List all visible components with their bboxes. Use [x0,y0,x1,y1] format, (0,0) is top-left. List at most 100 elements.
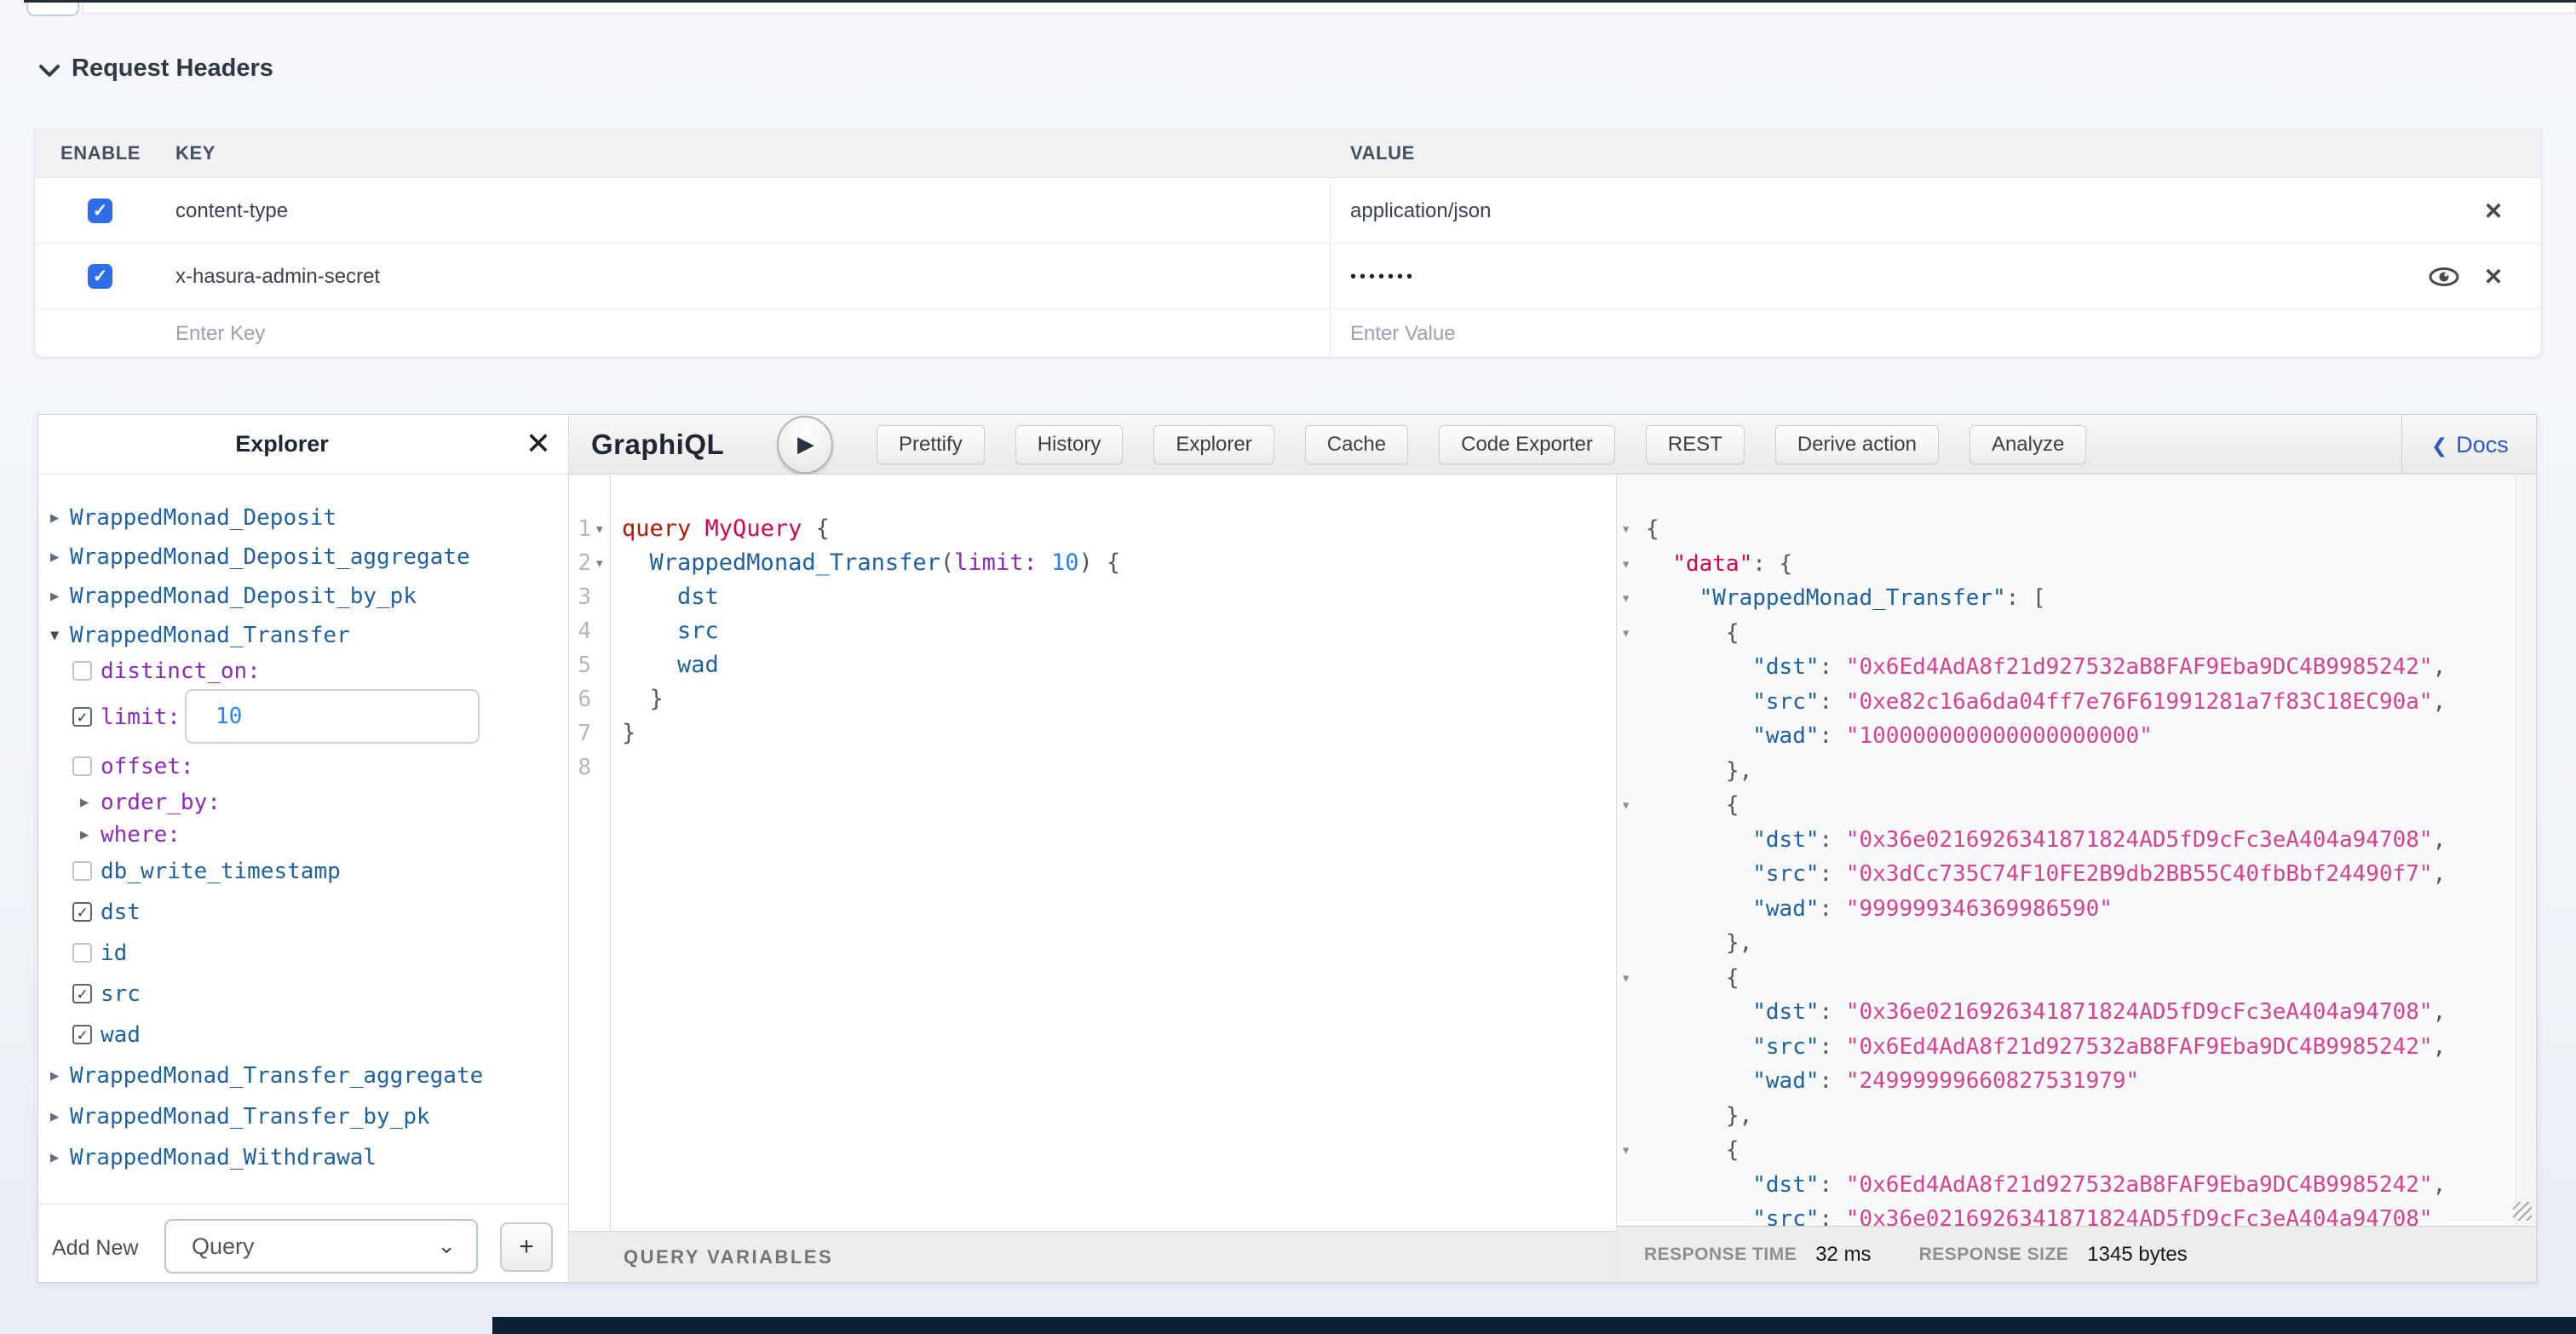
tree-checkbox[interactable]: ✓ [72,984,92,1003]
tree-item-WrappedMonad_Transfer[interactable]: ▼WrappedMonad_Transfer [38,618,568,653]
tree-item-limit[interactable]: ✓limit:10 [38,700,568,734]
code-token [1038,549,1051,576]
fold-arrow-icon[interactable]: ▾ [1621,547,1630,581]
code-token: { [1646,1137,1739,1163]
tree-item-dst[interactable]: ✓dst [38,895,568,929]
header-key-field[interactable]: content-type [175,199,288,223]
header-enable-checkbox[interactable]: ✓ [88,264,112,289]
docs-link[interactable]: ❮Docs [2431,415,2509,475]
tree-item-WrappedMonad_Deposit[interactable]: ▶WrappedMonad_Deposit [38,501,568,535]
fold-arrow-icon[interactable]: ▾ [1621,788,1630,822]
code-token: }, [1646,930,1752,956]
chevron-left-icon: ❮ [2431,434,2447,457]
code-token [1646,1068,1752,1094]
execute-button[interactable]: ▶ [777,416,833,474]
triangle-right-icon: ▶ [80,818,89,852]
code-token: "src" [1752,1034,1819,1060]
limit-value-input[interactable]: 10 [185,689,480,744]
line-number: 1 [569,512,591,546]
header-key-field[interactable]: x-hasura-admin-secret [175,265,380,289]
tree-item-WrappedMonad_Deposit_aggregate[interactable]: ▶WrappedMonad_Deposit_aggregate [38,540,568,574]
top-partial-tab[interactable] [26,3,79,16]
explorer-header: Explorer ✕ [38,415,568,474]
toolbar-button-analyze[interactable]: Analyze [1969,425,2086,464]
response-line: "src": "0x6Ed4AdA8f21d927532aB8FAF9Eba9D… [1646,1030,2446,1064]
toolbar-button-prettify[interactable]: Prettify [877,425,985,464]
query-editor[interactable]: 1▾2▾345678 query MyQuery { WrappedMonad_… [569,474,1616,1282]
fold-arrow-icon[interactable]: ▾ [595,546,604,580]
code-token: "dst" [1752,654,1819,680]
code-token: { [1646,516,1659,542]
remove-header-icon[interactable]: ✕ [2475,198,2512,224]
header-enable-checkbox[interactable]: ✓ [88,198,112,223]
code-token: }, [1646,1103,1752,1129]
fold-arrow-icon[interactable]: ▾ [1621,616,1630,650]
add-operation-button[interactable]: + [500,1222,553,1272]
tree-item-WrappedMonad_Withdrawal[interactable]: ▶WrappedMonad_Withdrawal [38,1141,568,1175]
code-token [1646,689,1752,715]
tree-item-WrappedMonad_Deposit_by_pk[interactable]: ▶WrappedMonad_Deposit_by_pk [38,579,568,613]
toolbar-button-history[interactable]: History [1015,425,1124,464]
response-line: }, [1646,926,1752,960]
tree-checkbox[interactable] [72,861,92,881]
toolbar-button-cache[interactable]: Cache [1305,425,1408,464]
tree-item-order_by[interactable]: ▶order_by: [38,785,568,819]
code-token [1646,551,1672,577]
triangle-down-icon: ▼ [50,618,59,653]
toolbar-button-derive-action[interactable]: Derive action [1775,425,1939,464]
resize-handle[interactable] [2513,1202,2532,1221]
code-token: WrappedMonad_Transfer [650,549,940,576]
tree-checkbox[interactable]: ✓ [72,707,92,727]
explorer-panel: Explorer ✕ ▶WrappedMonad_Deposit ▶Wrapped… [38,415,569,1282]
tree-item-distinct_on[interactable]: distinct_on: [38,654,568,688]
toolbar-button-code-exporter[interactable]: Code Exporter [1439,425,1615,464]
top-partial-input[interactable] [83,3,2576,14]
tree-item-label: wad [101,1018,141,1052]
response-time-value: 32 ms [1815,1243,1871,1267]
tree-item-offset[interactable]: offset: [38,750,568,784]
fold-arrow-icon[interactable]: ▾ [595,512,604,546]
graphiql-main: GraphiQL ▶ PrettifyHistoryExplorerCacheC… [569,415,2536,1282]
code-token: : [1820,1172,1846,1198]
tree-item-WrappedMonad_Transfer_by_pk[interactable]: ▶WrappedMonad_Transfer_by_pk [38,1100,568,1134]
tree-item-wad[interactable]: ✓ wad [38,1018,568,1052]
tree-item-where[interactable]: ▶where: [38,818,568,852]
code-token [1646,1034,1752,1060]
close-icon[interactable]: ✕ [526,415,551,473]
tree-checkbox[interactable] [72,943,92,963]
toolbar-button-explorer[interactable]: Explorer [1153,425,1274,464]
header-key-field[interactable]: Enter Key [175,322,265,346]
toolbar-buttons: Prettify History Explorer Cache Code Exporte… [877,425,2086,464]
code-token: : [1820,896,1846,922]
fold-arrow-icon[interactable]: ▾ [1621,581,1630,615]
fold-arrow-icon[interactable]: ▾ [1621,512,1630,546]
code-token: "wad" [1752,1068,1819,1094]
header-value-field[interactable]: ••••••• [1350,265,1416,289]
code-token: "src" [1752,689,1819,715]
collapse-chevron-icon[interactable] [37,61,61,80]
tree-item-WrappedMonad_Transfer_aggregate[interactable]: ▶WrappedMonad_Transfer_aggregate [38,1059,568,1093]
operation-type-select[interactable]: Query ⌄ [164,1219,478,1274]
tree-checkbox[interactable] [72,661,92,681]
header-value-field[interactable]: application/json [1350,199,1491,223]
query-variables-bar[interactable]: QUERY VARIABLES [569,1231,1616,1282]
tree-checkbox[interactable] [72,756,92,776]
code-token: : [1820,1034,1846,1060]
code-token [1646,896,1752,922]
tree-item-db_write_timestamp[interactable]: db_write_timestamp [38,854,568,888]
tree-checkbox[interactable]: ✓ [72,1025,92,1044]
tree-item-id[interactable]: id [38,936,568,970]
code-line: query MyQuery { [622,512,830,546]
fold-arrow-icon[interactable]: ▾ [1621,961,1630,995]
reveal-value-eye-icon[interactable] [2425,265,2463,293]
add-new-label: Add New [52,1212,138,1284]
tree-item-src[interactable]: ✓src [38,977,568,1011]
column-header-key: KEY [175,129,216,178]
fold-arrow-icon[interactable]: ▾ [1621,1133,1630,1167]
remove-header-icon[interactable]: ✕ [2475,264,2512,290]
response-scrollbar[interactable] [2516,474,2536,1226]
toolbar-button-rest[interactable]: REST [1646,425,1745,464]
response-size-value: 1345 bytes [2087,1243,2187,1267]
header-value-field[interactable]: Enter Value [1350,322,1456,346]
tree-checkbox[interactable]: ✓ [72,902,92,922]
